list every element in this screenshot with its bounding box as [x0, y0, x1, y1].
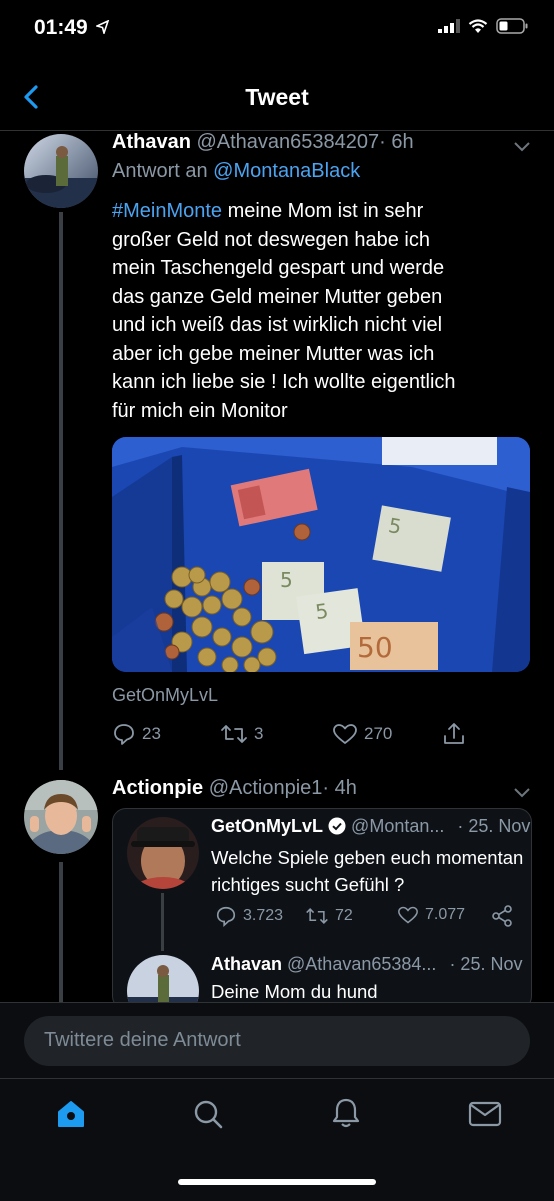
retweet-count: 3 — [254, 724, 264, 743]
thread-line — [161, 893, 164, 951]
reply-header: Actionpie @Actionpie1· 4h — [112, 777, 357, 800]
author-handle: @Montan... — [351, 816, 445, 836]
quote-header-2: Athavan @Athavan65384... · 25. Nov — [211, 954, 522, 975]
author-name: GetOnMyLvL — [211, 816, 324, 836]
heart-icon — [398, 906, 418, 924]
wifi-icon — [468, 18, 488, 33]
quote-likes: 7.077 — [397, 905, 465, 925]
author-handle[interactable]: @Actionpie1 — [209, 777, 323, 799]
retweet-icon — [306, 908, 328, 924]
author-handle[interactable]: @Athavan65384207 — [196, 131, 379, 153]
status-indicators — [438, 18, 528, 34]
reply-to-link[interactable]: @MontanaBlack — [213, 160, 360, 182]
tweet-line: das ganze Geld meiner Mutter geben — [112, 285, 443, 308]
status-time: 01:49 — [34, 16, 110, 40]
location-icon — [94, 19, 109, 36]
signal-icon — [438, 19, 460, 33]
author-handle: @Athavan65384... — [287, 954, 437, 974]
tweet-line: mein Taschengeld gespart und werde — [112, 257, 445, 279]
page-title: Tweet — [245, 84, 309, 110]
quote-retweets: 72 — [305, 905, 353, 927]
reply-prefix: Antwort an — [112, 160, 208, 182]
retweet-count: 72 — [335, 907, 353, 924]
share-icon — [492, 905, 512, 927]
reply-count: 23 — [142, 724, 161, 743]
author-name[interactable]: Actionpie — [112, 777, 203, 799]
tweet-date: · 25. Nov — [449, 954, 523, 974]
quoted-tweet-card[interactable]: GetOnMyLvL @Montan... · 25. Nov Welche S… — [112, 808, 532, 1010]
tweet-line: aber ich gebe meiner Mutter was ich — [112, 342, 435, 365]
tweet-photo[interactable]: 5 5 5 50 — [112, 437, 530, 672]
reply-placeholder: Twittere deine Antwort — [44, 1029, 241, 1051]
tweet-time: · 4h — [322, 777, 357, 799]
quote-header-1: GetOnMyLvL @Montan... · 25. Nov — [211, 816, 530, 837]
tweet-time: · 6h — [379, 131, 414, 153]
like-button[interactable]: 270 — [332, 722, 392, 746]
verified-icon — [328, 817, 346, 835]
reply-icon — [114, 724, 134, 745]
avatar — [127, 817, 199, 889]
like-count: 7.077 — [425, 906, 466, 923]
reply-context: Antwort an @MontanaBlack — [112, 160, 360, 183]
tweet-text: #MeinMonte meine Mom ist in sehr großer … — [112, 197, 532, 425]
reply-count: 3.723 — [243, 907, 284, 924]
quote-text-1: Welche Spiele geben euch momentan richti… — [211, 844, 523, 898]
photo-caption[interactable]: GetOnMyLvL — [112, 685, 218, 706]
share-icon[interactable] — [441, 721, 467, 747]
reply-button[interactable]: 23 — [112, 722, 161, 746]
hashtag-link[interactable]: #MeinMonte — [112, 200, 222, 222]
home-indicator — [178, 1179, 376, 1185]
tweet-line: und ich weiß das ist wirklich nicht viel — [112, 314, 443, 336]
home-icon[interactable] — [55, 1098, 87, 1130]
tweet-line: großer Geld not deswegen habe ich — [112, 228, 430, 251]
svg-text:5: 5 — [280, 568, 293, 592]
chevron-down-icon[interactable] — [512, 140, 532, 154]
like-count: 270 — [364, 724, 393, 743]
battery-icon — [496, 18, 528, 34]
quote-line: richtiges sucht Gefühl ? — [211, 874, 405, 895]
quote-line: Welche Spiele geben euch momentan — [211, 847, 524, 868]
notifications-icon[interactable] — [330, 1096, 362, 1130]
thread-line — [59, 862, 63, 1002]
heart-icon — [333, 724, 357, 744]
tweet-line: kann ich liebe sie ! Ich wollte eigentli… — [112, 371, 456, 393]
thread-line — [59, 212, 63, 770]
retweet-button[interactable]: 3 — [220, 722, 263, 746]
quote-text-2: Deine Mom du hund — [211, 981, 378, 1002]
retweet-icon — [221, 725, 247, 743]
chevron-down-icon[interactable] — [512, 786, 532, 800]
svg-text:50: 50 — [357, 631, 393, 664]
tweet-header: Athavan @Athavan65384207· 6h — [112, 131, 414, 154]
tweet-line: meine Mom ist in sehr — [227, 200, 424, 222]
avatar[interactable] — [24, 780, 98, 854]
author-name[interactable]: Athavan — [112, 131, 191, 153]
messages-icon[interactable] — [468, 1100, 502, 1128]
author-name: Athavan — [211, 954, 283, 974]
avatar[interactable] — [24, 134, 98, 208]
search-icon[interactable] — [192, 1098, 224, 1130]
tweet-date: · 25. Nov — [457, 816, 531, 836]
quote-replies: 3.723 — [215, 905, 283, 927]
tweet-line: für mich ein Monitor — [112, 399, 288, 422]
reply-icon — [216, 906, 236, 927]
